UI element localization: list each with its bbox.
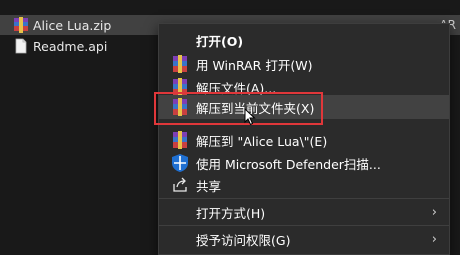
share-icon: [170, 175, 190, 195]
defender-shield-icon: [170, 153, 190, 173]
menu-item-label: 解压文件(A)...: [196, 80, 277, 96]
winrar-icon: [170, 97, 190, 117]
mouse-pointer-icon: [244, 107, 256, 130]
file-row-readme[interactable]: Readme.api: [0, 36, 158, 56]
menu-item-label: 打开方式(H): [196, 205, 266, 221]
context-menu: 打开(O) 用 WinRAR 打开(W) 解压文件(A)... 解压到当前文件夹…: [158, 23, 450, 255]
chevron-right-icon: ›: [431, 231, 437, 247]
menu-item-extract-to-folder[interactable]: 解压到 "Alice Lua\"(E): [159, 128, 449, 152]
menu-item-label: 使用 Microsoft Defender扫描...: [196, 156, 381, 172]
file-name: Alice Lua.zip: [33, 17, 112, 33]
menu-item-open-with[interactable]: 打开方式(H) ›: [159, 200, 449, 224]
menu-item-label: 用 WinRAR 打开(W): [196, 57, 313, 73]
winrar-icon: [170, 77, 190, 97]
menu-item-open-with-winrar[interactable]: 用 WinRAR 打开(W): [159, 52, 449, 76]
file-name: Readme.api: [33, 38, 108, 54]
menu-separator: [159, 225, 449, 226]
file-explorer: Alice Lua.zip AR Readme.api 打开(O): [0, 0, 460, 255]
menu-item-label: 共享: [196, 178, 222, 194]
menu-item-open[interactable]: 打开(O): [159, 28, 449, 52]
chevron-right-icon: ›: [431, 204, 437, 220]
file-icon: [13, 38, 29, 54]
menu-item-label: 授予访问权限(G): [196, 232, 291, 248]
menu-item-extract-here[interactable]: 解压到当前文件夹(X): [159, 95, 449, 119]
winrar-archive-icon: [13, 17, 29, 33]
menu-item-label: 解压到 "Alice Lua\"(E): [196, 133, 328, 149]
menu-item-grant-access[interactable]: 授予访问权限(G) ›: [159, 227, 449, 251]
menu-item-label: 打开(O): [196, 33, 244, 49]
menu-item-defender-scan[interactable]: 使用 Microsoft Defender扫描...: [159, 151, 449, 175]
winrar-icon: [170, 130, 190, 150]
winrar-icon: [170, 54, 190, 74]
menu-separator: [159, 198, 449, 199]
menu-item-share[interactable]: 共享: [159, 173, 449, 197]
